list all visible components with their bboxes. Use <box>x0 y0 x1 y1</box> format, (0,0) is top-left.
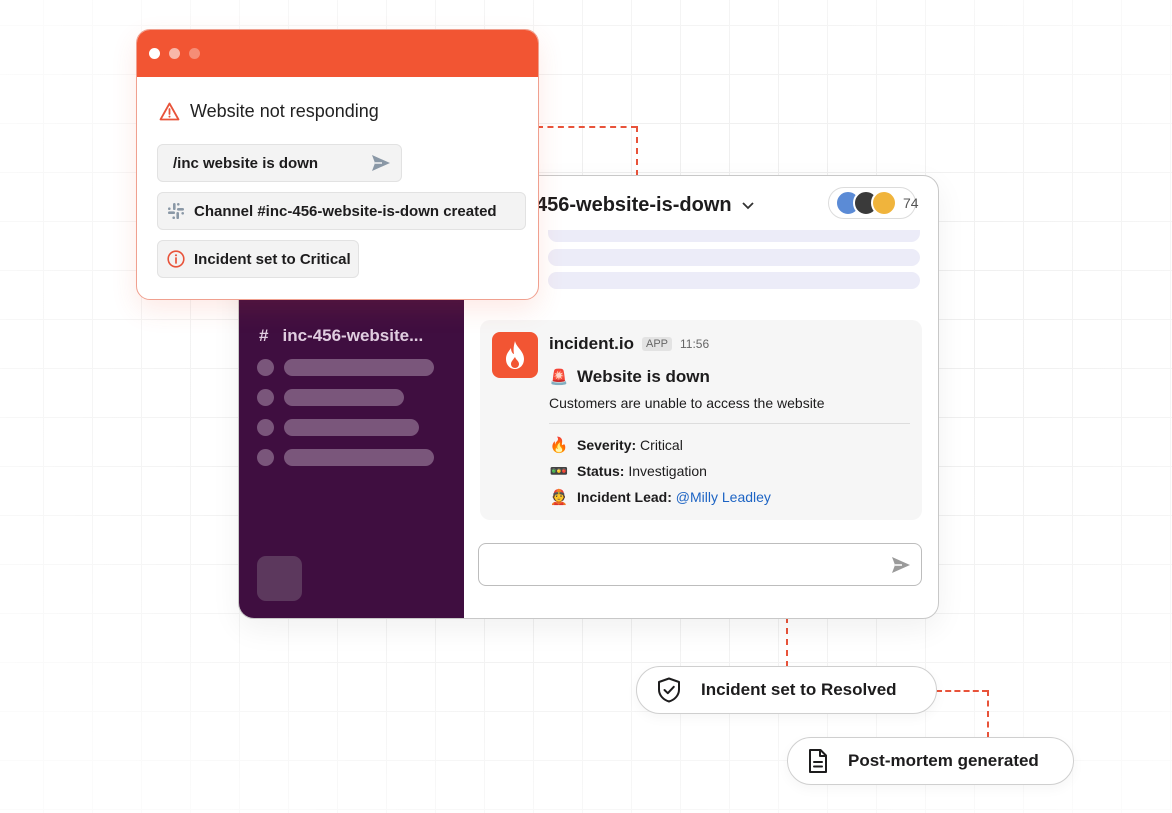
lead-mention[interactable]: @Milly Leadley <box>676 489 771 505</box>
sidebar-channel-label: inc-456-website... <box>282 326 424 345</box>
fire-icon: 🔥 <box>549 437 569 454</box>
connector-resolved-to-postmortem <box>936 690 988 692</box>
window-dot <box>189 48 200 59</box>
connector-alert-to-slack-down <box>636 126 638 176</box>
warning-icon <box>159 102 180 121</box>
slack-icon <box>168 203 184 219</box>
member-avatars <box>835 190 897 216</box>
divider <box>549 423 910 424</box>
lead-field: 👲 Incident Lead: @Milly Leadley <box>549 488 771 506</box>
incident-io-logo <box>492 332 538 378</box>
message-placeholder <box>548 249 920 266</box>
traffic-light-icon: 🚥 <box>549 463 569 480</box>
channel-created-text: Channel #inc-456-website-is-down created <box>194 202 497 220</box>
status-label: Status: <box>577 463 625 479</box>
sidebar-placeholder-item <box>257 419 419 436</box>
channel-created-item: Channel #inc-456-website-is-down created <box>157 192 526 230</box>
severity-set-text: Incident set to Critical <box>194 250 351 268</box>
alert-window: Website not responding /inc website is d… <box>136 29 539 300</box>
command-text: /inc website is down <box>173 154 319 172</box>
app-badge: APP <box>642 337 673 351</box>
members-button[interactable]: 74 <box>828 187 919 219</box>
postmortem-badge: Post-mortem generated <box>787 737 1074 785</box>
window-dot <box>149 48 160 59</box>
alert-heading-text: Website not responding <box>190 101 379 121</box>
document-icon <box>809 749 827 773</box>
send-icon[interactable] <box>371 153 391 173</box>
channel-header[interactable]: 456-website-is-down <box>536 194 754 217</box>
resolved-badge: Incident set to Resolved <box>636 666 937 714</box>
message-title-text: Website is down <box>577 367 710 386</box>
shield-check-icon <box>658 677 680 703</box>
siren-icon: 🚨 <box>549 369 569 386</box>
severity-set-item: Incident set to Critical <box>157 240 359 278</box>
sidebar-placeholder-item <box>257 389 404 406</box>
message-title: 🚨 Website is down <box>549 367 710 387</box>
message-placeholder <box>548 230 920 242</box>
channel-hash: # <box>259 326 269 345</box>
member-count: 74 <box>903 195 919 211</box>
message-input[interactable] <box>478 543 922 586</box>
severity-field: 🔥 Severity: Critical <box>549 436 683 454</box>
connector-resolved-to-postmortem-down <box>987 690 989 738</box>
message-description: Customers are unable to access the websi… <box>549 395 825 411</box>
resolved-text: Incident set to Resolved <box>701 680 897 699</box>
severity-value: Critical <box>640 437 683 453</box>
app-name[interactable]: incident.io <box>549 334 634 354</box>
avatar <box>871 190 897 216</box>
connector-slack-to-resolved <box>786 617 788 667</box>
alert-heading: Website not responding <box>159 101 379 122</box>
sidebar-placeholder-item <box>257 359 434 376</box>
status-value: Investigation <box>628 463 707 479</box>
sidebar-channel-item[interactable]: # inc-456-website... <box>259 326 423 346</box>
lead-label: Incident Lead: <box>577 489 672 505</box>
status-field: 🚥 Status: Investigation <box>549 462 707 480</box>
connector-alert-to-slack <box>537 126 637 128</box>
window-dot <box>169 48 180 59</box>
alert-titlebar <box>137 30 538 77</box>
command-input[interactable]: /inc website is down <box>157 144 402 182</box>
channel-title: 456-website-is-down <box>536 194 732 216</box>
chevron-down-icon <box>741 201 754 209</box>
message-time: 11:56 <box>680 337 710 351</box>
message-placeholder <box>548 272 920 289</box>
person-icon: 👲 <box>549 489 569 506</box>
postmortem-text: Post-mortem generated <box>848 751 1039 770</box>
message-header: incident.io APP 11:56 <box>549 334 709 354</box>
info-icon <box>167 250 185 268</box>
severity-label: Severity: <box>577 437 637 453</box>
workspace-button[interactable] <box>257 556 302 601</box>
sidebar-placeholder-item <box>257 449 434 466</box>
incident-message: incident.io APP 11:56 🚨 Website is down … <box>480 320 922 520</box>
send-icon[interactable] <box>891 555 911 575</box>
flame-icon <box>506 341 524 369</box>
